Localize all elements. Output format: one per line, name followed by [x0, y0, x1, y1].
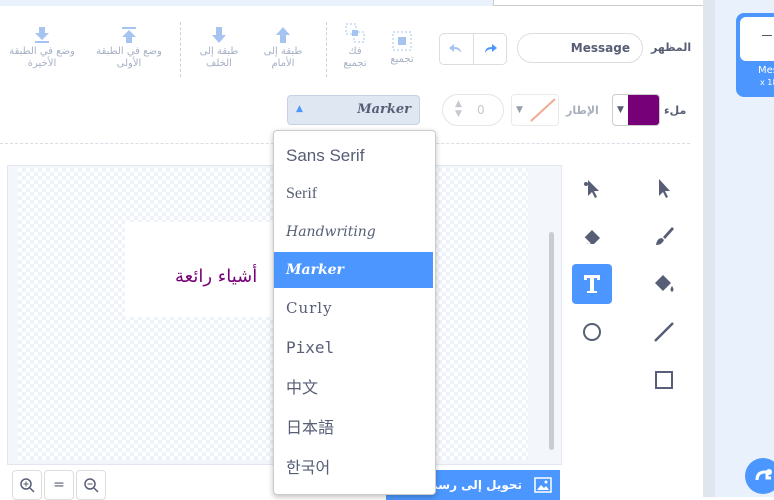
text-icon: [584, 275, 600, 293]
fill-dropdown-icon: ▼: [617, 105, 624, 115]
brush-tool[interactable]: [644, 216, 684, 256]
font-option-curly[interactable]: Curly: [274, 290, 433, 326]
undo-redo-group: [439, 33, 507, 65]
top-strip: [0, 0, 774, 6]
select-tool[interactable]: [644, 168, 684, 208]
font-option-handwriting[interactable]: Handwriting: [274, 214, 433, 250]
ungroup-label: فك تجميع: [343, 46, 367, 69]
outline-width-input[interactable]: ▲ ▼ 0: [442, 94, 504, 126]
sprite-thumbnail: [740, 17, 774, 61]
forward-label: طبقة إلى الأمام: [263, 46, 303, 69]
sprite-size: x 18: [760, 78, 774, 87]
font-option-sans-serif[interactable]: Sans Serif: [274, 138, 433, 174]
sprite-card[interactable]: Mes x 18: [736, 13, 774, 97]
costume-name-input[interactable]: Message: [517, 33, 643, 63]
outline-width-value: 0: [477, 103, 485, 117]
separator: [326, 22, 328, 77]
outline-swatch: [527, 95, 558, 125]
undo-button[interactable]: [440, 34, 474, 64]
sprite-name: Mes: [758, 65, 774, 76]
zoom-out-icon: [84, 478, 99, 493]
redo-button[interactable]: [474, 34, 507, 64]
font-option-chinese[interactable]: 中文: [274, 370, 433, 406]
zoom-out-button[interactable]: [76, 470, 106, 500]
image-icon: [534, 477, 552, 493]
redo-icon: [484, 44, 497, 53]
separator: [180, 22, 182, 77]
outline-label: الإطار: [566, 104, 599, 117]
backward-label: طبقة إلى الخلف: [199, 46, 239, 69]
font-dropdown-menu: Sans Serif Serif Handwriting Marker Curl…: [273, 130, 436, 495]
ungroup-button[interactable]: فك تجميع: [336, 22, 374, 70]
zoom-reset-button[interactable]: =: [44, 470, 74, 500]
reshape-icon: [584, 180, 599, 198]
circle-icon: [583, 323, 601, 341]
send-to-back-button[interactable]: وضع في الطبقة الأخيرة: [4, 26, 80, 70]
font-option-serif[interactable]: Serif: [274, 176, 433, 212]
rectangle-icon: [655, 371, 673, 389]
fill-color-picker[interactable]: ▼: [612, 94, 660, 126]
bring-to-front-button[interactable]: وضع في الطبقة الأولى: [92, 26, 166, 70]
font-select-value: Marker: [357, 102, 411, 117]
eraser-icon: [583, 230, 600, 245]
arrow-up-icon: [276, 27, 290, 43]
circle-tool[interactable]: [572, 312, 612, 352]
group-button[interactable]: تجميع: [384, 30, 420, 66]
brush-icon: [656, 227, 674, 245]
font-select[interactable]: ▲ Marker: [287, 95, 420, 125]
font-option-pixel[interactable]: Pixel: [274, 330, 433, 366]
costume-label: المظهر: [651, 41, 692, 54]
arrow-down-icon: [212, 27, 226, 43]
editor-tab[interactable]: [493, 0, 705, 6]
undo-icon: [449, 44, 462, 53]
arrow-top-icon: [122, 27, 136, 43]
outline-color-picker[interactable]: ▼: [511, 94, 559, 126]
line-tool[interactable]: [644, 312, 684, 352]
text-object[interactable]: أشياء رائعة: [125, 222, 295, 317]
add-costume-icon: [755, 469, 772, 481]
fill-label: ملء: [664, 104, 687, 117]
line-icon: [654, 322, 674, 342]
reshape-tool[interactable]: [572, 168, 612, 208]
font-option-marker[interactable]: Marker: [274, 252, 433, 288]
panel-divider: [703, 0, 715, 497]
outline-dropdown-icon: ▼: [516, 105, 523, 115]
eraser-tool[interactable]: [572, 216, 612, 256]
forward-button[interactable]: طبقة إلى الأمام: [260, 26, 306, 70]
select-icon: [659, 179, 670, 198]
paint-bucket-icon: [655, 275, 674, 292]
group-label: تجميع: [390, 54, 414, 65]
backward-button[interactable]: طبقة إلى الخلف: [196, 26, 242, 70]
ungroup-icon: [345, 23, 365, 43]
vertical-scrollbar[interactable]: [549, 232, 554, 450]
back-label: وضع في الطبقة الأخيرة: [9, 46, 75, 69]
font-option-japanese[interactable]: 日本語: [274, 410, 433, 446]
fill-swatch: [628, 95, 659, 125]
font-option-korean[interactable]: 한국어: [274, 450, 433, 486]
add-sprite-button[interactable]: [745, 458, 774, 494]
fill-tool[interactable]: [644, 264, 684, 304]
rectangle-tool[interactable]: [644, 360, 684, 400]
caret-up-icon: ▲: [296, 104, 303, 114]
zoom-in-button[interactable]: [12, 470, 42, 500]
zoom-in-icon: [20, 478, 35, 493]
canvas-text: أشياء رائعة: [175, 266, 258, 287]
stepper-icon: ▲ ▼: [455, 99, 462, 119]
front-label: وضع في الطبقة الأولى: [96, 46, 162, 69]
text-tool[interactable]: [572, 264, 612, 304]
group-icon: [392, 31, 412, 51]
arrow-bottom-icon: [35, 27, 49, 43]
